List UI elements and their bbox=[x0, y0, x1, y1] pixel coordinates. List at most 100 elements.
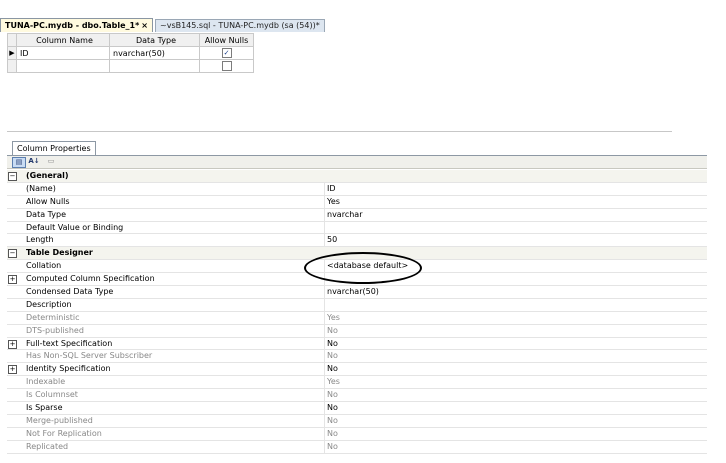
property-label: Has Non-SQL Server Subscriber bbox=[26, 351, 153, 361]
divider bbox=[324, 208, 325, 221]
column-name-cell[interactable] bbox=[16, 59, 110, 73]
collapse-icon[interactable]: − bbox=[8, 172, 17, 181]
property-value: Yes bbox=[327, 312, 340, 322]
expand-icon[interactable]: + bbox=[8, 275, 17, 285]
property-value[interactable]: No bbox=[327, 402, 338, 413]
property-label: Replicated bbox=[26, 441, 69, 451]
property-value[interactable]: 50 bbox=[327, 234, 337, 245]
property-row-non-sql-subscriber[interactable]: Has Non-SQL Server Subscriber No bbox=[7, 350, 707, 364]
property-label: Condensed Data Type bbox=[26, 287, 114, 297]
property-value: No bbox=[327, 351, 338, 361]
property-label: Indexable bbox=[26, 377, 66, 387]
divider bbox=[324, 376, 325, 389]
property-row-condensed[interactable]: Condensed Data Type nvarchar(50) bbox=[7, 286, 707, 299]
current-row-icon[interactable]: ▶ bbox=[7, 46, 17, 60]
allow-nulls-header: Allow Nulls bbox=[199, 33, 254, 47]
property-label: Computed Column Specification bbox=[26, 274, 155, 284]
property-row-not-for-replication[interactable]: Not For Replication No bbox=[7, 427, 707, 441]
divider bbox=[324, 350, 325, 363]
category-label: Table Designer bbox=[26, 248, 93, 258]
divider bbox=[324, 337, 325, 350]
category-general[interactable]: − (General) bbox=[7, 170, 707, 183]
property-toolbar: ▤ A↓ ▭ bbox=[7, 156, 707, 169]
divider bbox=[324, 182, 325, 195]
property-value: Yes bbox=[327, 377, 340, 387]
divider bbox=[324, 221, 325, 234]
data-type-cell[interactable]: nvarchar(50) bbox=[109, 46, 200, 60]
property-label: Allow Nulls bbox=[26, 196, 70, 206]
property-label: Data Type bbox=[26, 209, 67, 219]
property-value[interactable]: No bbox=[327, 363, 338, 374]
categorized-icon[interactable]: ▤ bbox=[12, 157, 26, 168]
annotation-ellipse bbox=[304, 252, 422, 284]
divider bbox=[324, 324, 325, 337]
data-type-header: Data Type bbox=[109, 33, 200, 47]
property-row-dts-published[interactable]: DTS-published No bbox=[7, 324, 707, 338]
property-label: Length bbox=[26, 235, 54, 245]
column-name-cell[interactable]: ID bbox=[16, 46, 110, 60]
property-label: Full-text Specification bbox=[26, 338, 113, 348]
column-name-header: Column Name bbox=[16, 33, 110, 47]
property-pages-icon[interactable]: ▭ bbox=[45, 157, 57, 166]
property-label: Not For Replication bbox=[26, 428, 102, 438]
grid-header-row: Column Name Data Type Allow Nulls bbox=[7, 33, 254, 47]
divider bbox=[324, 298, 325, 311]
property-grid: − (General) (Name) ID Allow Nulls Yes Data… bbox=[7, 170, 707, 454]
property-row-is-sparse[interactable]: Is Sparse No bbox=[7, 402, 707, 415]
property-label: Default Value or Binding bbox=[26, 222, 124, 232]
divider bbox=[324, 389, 325, 402]
property-row-deterministic[interactable]: Deterministic Yes bbox=[7, 311, 707, 325]
row-selector[interactable] bbox=[7, 59, 17, 73]
property-row-indexable[interactable]: Indexable Yes bbox=[7, 376, 707, 390]
property-value: No bbox=[327, 415, 338, 425]
expand-icon[interactable]: + bbox=[8, 365, 17, 375]
property-label: Collation bbox=[26, 261, 62, 271]
close-icon[interactable]: × bbox=[141, 21, 148, 30]
property-label: Is Sparse bbox=[26, 403, 63, 413]
property-label: DTS-published bbox=[26, 325, 84, 335]
table-row[interactable]: ▶ ID nvarchar(50) ✓ bbox=[7, 46, 254, 60]
property-row-replicated[interactable]: Replicated No bbox=[7, 440, 707, 454]
divider bbox=[324, 427, 325, 440]
property-value[interactable]: Yes bbox=[327, 196, 340, 207]
property-row-name[interactable]: (Name) ID bbox=[7, 182, 707, 196]
allow-nulls-cell[interactable]: ✓ bbox=[199, 46, 254, 60]
property-label: Merge-published bbox=[26, 415, 93, 425]
property-row-fulltext[interactable]: + Full-text Specification No bbox=[7, 337, 707, 351]
property-row-identity[interactable]: + Identity Specification No bbox=[7, 363, 707, 377]
property-value[interactable]: ID bbox=[327, 183, 336, 194]
tab-table-designer[interactable]: TUNA-PC.mydb - dbo.Table_1* × bbox=[0, 18, 153, 32]
category-label: (General) bbox=[26, 171, 69, 180]
tab-label: ~vsB145.sql - TUNA-PC.mydb (sa (54))* bbox=[160, 21, 320, 30]
divider bbox=[324, 440, 325, 453]
row-selector-header bbox=[7, 33, 17, 47]
allow-nulls-checkbox[interactable]: ✓ bbox=[221, 48, 232, 58]
data-type-cell[interactable] bbox=[109, 59, 200, 73]
expand-icon[interactable]: + bbox=[8, 339, 17, 349]
collapse-icon[interactable]: − bbox=[8, 249, 17, 259]
property-value[interactable]: No bbox=[327, 338, 338, 349]
property-row-is-columnset[interactable]: Is Columnset No bbox=[7, 389, 707, 403]
property-label: Description bbox=[26, 299, 72, 309]
property-value[interactable]: nvarchar(50) bbox=[327, 286, 379, 297]
property-row-default[interactable]: Default Value or Binding bbox=[7, 221, 707, 235]
property-row-description[interactable]: Description bbox=[7, 298, 707, 312]
property-row-merge-published[interactable]: Merge-published No bbox=[7, 414, 707, 428]
allow-nulls-cell[interactable] bbox=[199, 59, 254, 73]
sort-az-icon[interactable]: A↓ bbox=[28, 157, 40, 166]
property-row-data-type[interactable]: Data Type nvarchar bbox=[7, 208, 707, 222]
splitter[interactable] bbox=[7, 131, 672, 132]
property-label: Identity Specification bbox=[26, 364, 111, 374]
divider bbox=[324, 311, 325, 324]
property-row-allow-nulls[interactable]: Allow Nulls Yes bbox=[7, 195, 707, 209]
property-value: No bbox=[327, 428, 338, 438]
property-row-length[interactable]: Length 50 bbox=[7, 234, 707, 248]
divider bbox=[324, 286, 325, 299]
table-row[interactable] bbox=[7, 59, 254, 73]
property-value[interactable]: nvarchar bbox=[327, 209, 362, 220]
divider bbox=[324, 234, 325, 247]
property-value: No bbox=[327, 325, 338, 335]
allow-nulls-checkbox[interactable] bbox=[221, 61, 232, 71]
tab-column-properties[interactable]: Column Properties bbox=[12, 141, 96, 155]
tab-sql-query[interactable]: ~vsB145.sql - TUNA-PC.mydb (sa (54))* bbox=[155, 19, 325, 32]
